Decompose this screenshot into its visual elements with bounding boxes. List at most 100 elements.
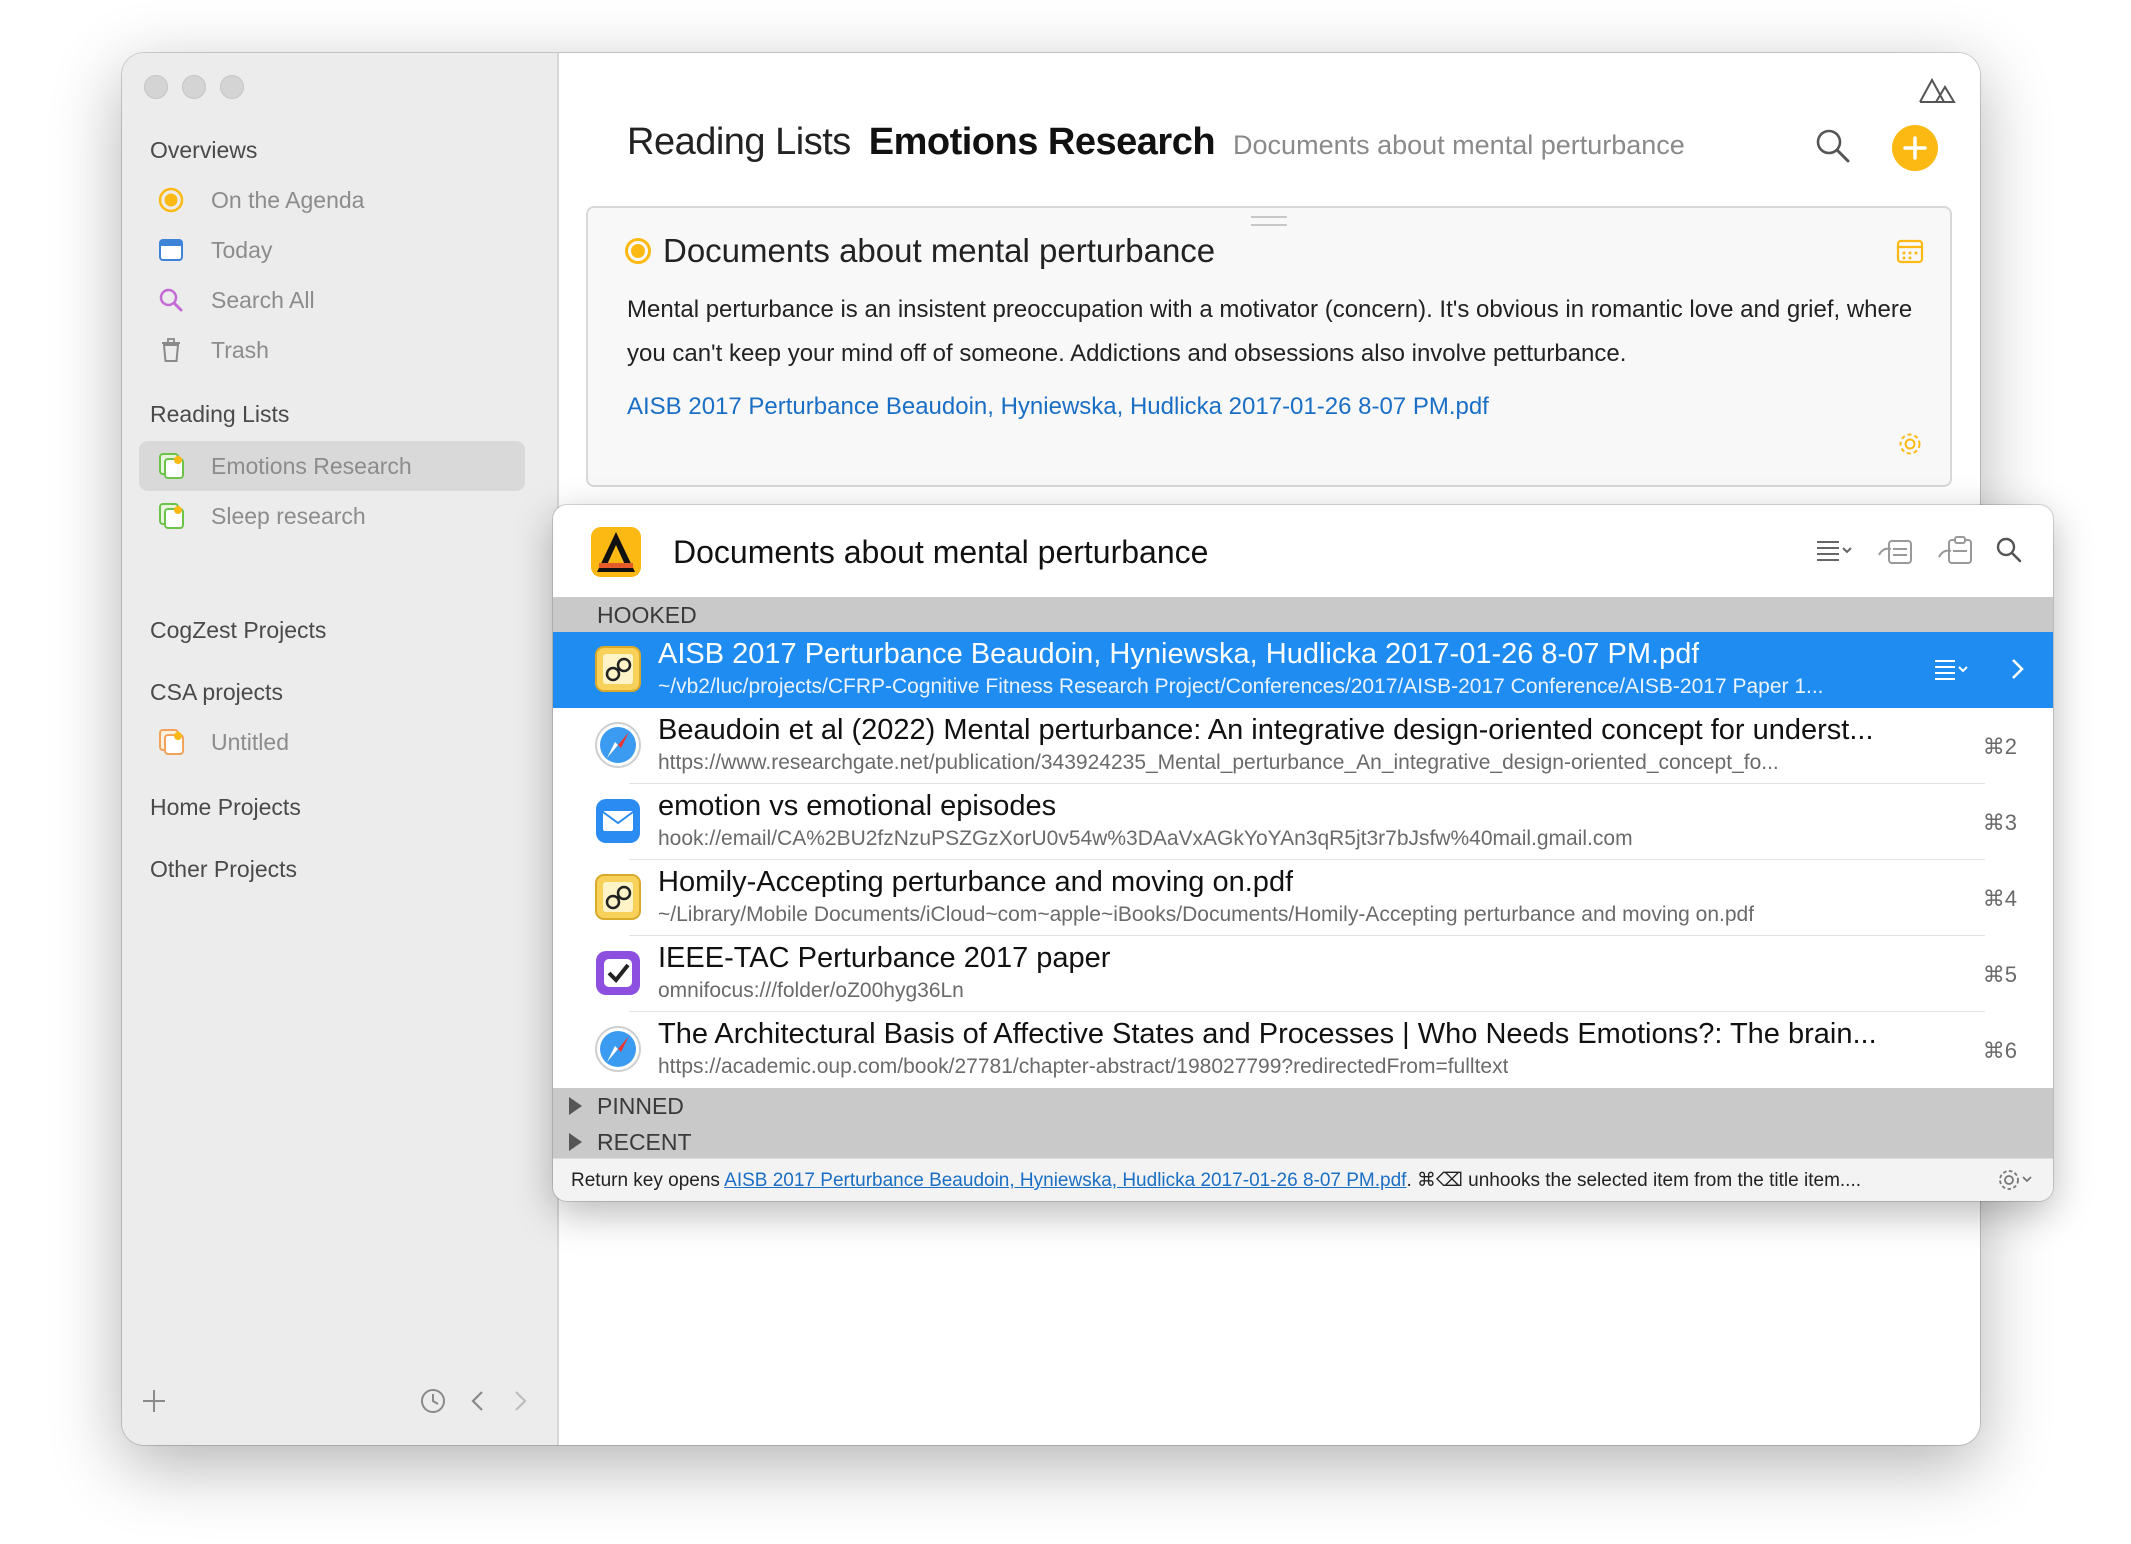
close-button[interactable] bbox=[144, 75, 168, 99]
add-icon[interactable] bbox=[140, 1387, 168, 1423]
sidebar-item-agenda[interactable]: On the Agenda bbox=[139, 175, 525, 225]
item-title: Beaudoin et al (2022) Mental perturbance… bbox=[658, 714, 1874, 746]
zoom-button[interactable] bbox=[220, 75, 244, 99]
history-icon[interactable] bbox=[419, 1387, 447, 1423]
item-title: IEEE-TAC Perturbance 2017 paper bbox=[658, 942, 1111, 974]
search-icon[interactable] bbox=[1995, 536, 2023, 569]
plus-icon bbox=[1903, 136, 1927, 160]
status-prefix: Return key opens bbox=[571, 1170, 725, 1191]
status-suffix: . ⌘⌫ unhooks the selected item from the … bbox=[1406, 1170, 1862, 1191]
sidebar-section-home[interactable]: Home Projects bbox=[150, 794, 301, 821]
shortcut-label: ⌘3 bbox=[1982, 810, 2017, 835]
list-item[interactable]: The Architectural Basis of Affective Sta… bbox=[553, 1012, 2053, 1088]
page-header: Reading Lists Emotions Research Document… bbox=[627, 121, 1685, 164]
item-address: hook://email/CA%2BU2fzNzuPSZGzXorU0v54w%… bbox=[658, 827, 1633, 850]
hook-window: Documents about mental perturbance HOOKE… bbox=[553, 505, 2053, 1201]
card-title-text[interactable]: Documents about mental perturbance bbox=[663, 232, 1215, 270]
disclosure-triangle-icon[interactable] bbox=[569, 1133, 582, 1151]
hook-logo-icon bbox=[591, 527, 641, 577]
mountain-icon[interactable] bbox=[1918, 75, 1956, 110]
sidebar-item-label: Sleep research bbox=[211, 502, 366, 529]
section-hooked: HOOKED bbox=[553, 597, 2053, 633]
sidebar-section-overviews: Overviews bbox=[150, 137, 258, 163]
safari-icon bbox=[593, 1024, 643, 1074]
back-icon[interactable] bbox=[468, 1387, 488, 1423]
add-button[interactable] bbox=[1892, 125, 1938, 171]
calendar-icon bbox=[156, 235, 186, 265]
chevron-right-icon[interactable] bbox=[2005, 654, 2029, 689]
item-title: The Architectural Basis of Affective Sta… bbox=[658, 1018, 1877, 1050]
hook-toolbar bbox=[1815, 535, 2023, 570]
list-menu-icon[interactable] bbox=[1815, 536, 1855, 569]
reading-list-icon bbox=[156, 501, 186, 531]
item-title: Homily-Accepting perturbance and moving … bbox=[658, 866, 1294, 898]
drag-handle[interactable] bbox=[1251, 216, 1287, 226]
sidebar-section-other[interactable]: Other Projects bbox=[150, 856, 297, 883]
gear-icon[interactable] bbox=[1997, 1167, 2037, 1199]
sidebar-item-label: Emotions Research bbox=[211, 452, 412, 479]
card-hook-link[interactable]: AISB 2017 Perturbance Beaudoin, Hyniewsk… bbox=[627, 393, 1489, 421]
section-label: HOOKED bbox=[597, 601, 697, 628]
status-link[interactable]: AISB 2017 Perturbance Beaudoin, Hyniewsk… bbox=[724, 1170, 1406, 1191]
section-label: RECENT bbox=[597, 1128, 692, 1155]
preview-icon bbox=[593, 872, 643, 922]
list-item[interactable]: IEEE-TAC Perturbance 2017 paper omnifocu… bbox=[553, 936, 2053, 1012]
forward-icon[interactable] bbox=[510, 1387, 530, 1423]
item-address: https://academic.oup.com/book/27781/chap… bbox=[658, 1055, 1509, 1078]
item-title: AISB 2017 Perturbance Beaudoin, Hyniewsk… bbox=[658, 638, 1700, 670]
section-pinned[interactable]: PINNED bbox=[553, 1088, 2053, 1124]
list-item[interactable]: emotion vs emotional episodes hook://ema… bbox=[553, 784, 2053, 860]
project-icon bbox=[156, 727, 186, 757]
sidebar-section-csa[interactable]: CSA projects bbox=[150, 679, 283, 706]
omnifocus-icon bbox=[593, 948, 643, 998]
calendar-icon[interactable] bbox=[1896, 238, 1924, 269]
preview-icon bbox=[593, 644, 643, 694]
list-item[interactable]: AISB 2017 Perturbance Beaudoin, Hyniewsk… bbox=[553, 632, 2053, 708]
safari-icon bbox=[593, 720, 643, 770]
disclosure-triangle-icon[interactable] bbox=[569, 1097, 582, 1115]
gear-icon[interactable] bbox=[1896, 430, 1924, 463]
hook-status-bar: Return key opens AISB 2017 Perturbance B… bbox=[553, 1158, 2053, 1201]
breadcrumb[interactable]: Reading Lists bbox=[627, 121, 851, 164]
trash-icon bbox=[156, 335, 186, 365]
sidebar-item-untitled[interactable]: Untitled bbox=[139, 717, 525, 767]
shortcut-label: ⌘2 bbox=[1982, 734, 2017, 759]
list-item[interactable]: Homily-Accepting perturbance and moving … bbox=[553, 860, 2053, 936]
reading-list-icon bbox=[156, 451, 186, 481]
card-notes[interactable]: Mental perturbance is an insistent preoc… bbox=[627, 288, 1917, 376]
sidebar-item-trash[interactable]: Trash bbox=[139, 325, 525, 375]
sidebar-item-sleep-research[interactable]: Sleep research bbox=[139, 491, 525, 541]
window-controls bbox=[144, 75, 244, 99]
shortcut-label: ⌘6 bbox=[1982, 1038, 2017, 1063]
item-address: ~/Library/Mobile Documents/iCloud~com~ap… bbox=[658, 903, 1755, 926]
sidebar-item-emotions-research[interactable]: Emotions Research bbox=[139, 441, 525, 491]
hook-title: Documents about mental perturbance bbox=[673, 534, 1209, 570]
card-title: Documents about mental perturbance bbox=[625, 232, 1215, 270]
sidebar-item-today[interactable]: Today bbox=[139, 225, 525, 275]
section-recent[interactable]: RECENT bbox=[553, 1124, 2053, 1160]
agenda-icon bbox=[156, 185, 186, 215]
copy-link-icon[interactable] bbox=[1875, 535, 1915, 570]
item-card: Documents about mental perturbance Menta… bbox=[586, 206, 1952, 487]
sidebar-item-search-all[interactable]: Search All bbox=[139, 275, 525, 325]
sidebar-item-label: Untitled bbox=[211, 728, 289, 755]
sidebar: Overviews On the Agenda Today Search All… bbox=[122, 53, 559, 1445]
status-text: Return key opens AISB 2017 Perturbance B… bbox=[571, 1169, 1861, 1192]
mail-icon bbox=[593, 796, 643, 846]
page-subtitle: Documents about mental perturbance bbox=[1233, 130, 1685, 160]
minimize-button[interactable] bbox=[182, 75, 206, 99]
section-label: PINNED bbox=[597, 1092, 684, 1119]
item-address: ~/vb2/luc/projects/CFRP-Cognitive Fitnes… bbox=[658, 675, 1824, 698]
sidebar-item-label: On the Agenda bbox=[211, 186, 365, 213]
search-icon[interactable] bbox=[1814, 127, 1852, 170]
agenda-status-icon[interactable] bbox=[625, 238, 651, 264]
sidebar-section-cogzest[interactable]: CogZest Projects bbox=[150, 617, 326, 644]
shortcut-label: ⌘4 bbox=[1982, 886, 2017, 911]
sidebar-item-label: Trash bbox=[211, 336, 269, 363]
list-item[interactable]: Beaudoin et al (2022) Mental perturbance… bbox=[553, 708, 2053, 784]
hook-header: Documents about mental perturbance bbox=[553, 505, 2053, 597]
item-menu-icon[interactable] bbox=[1933, 654, 1973, 689]
item-title: emotion vs emotional episodes bbox=[658, 790, 1057, 822]
paste-link-icon[interactable] bbox=[1935, 535, 1975, 570]
hooked-list: AISB 2017 Perturbance Beaudoin, Hyniewsk… bbox=[553, 632, 2053, 1088]
